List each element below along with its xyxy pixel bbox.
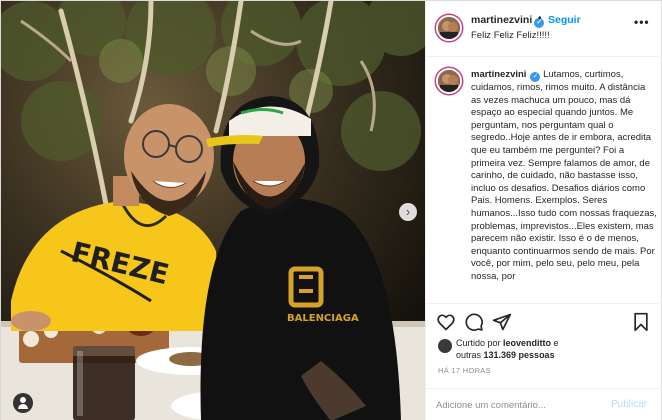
caption-username[interactable]: martinezvini — [471, 69, 526, 80]
user-tag-icon — [20, 397, 26, 403]
likes-prefix: Curtido por — [456, 338, 504, 348]
more-options-icon[interactable]: ••• — [634, 15, 650, 29]
liker-avatar[interactable] — [438, 339, 452, 353]
caption-verified-badge-icon: ✓ — [530, 72, 541, 82]
author-username-row: martinezvini ✓ — [471, 14, 545, 28]
instagram-post: FREZE BALENCIAGA › martinezvini ✓ • Segu… — [0, 0, 662, 420]
post-header: martinezvini ✓ • Seguir Feliz Feliz Feliz… — [426, 1, 662, 57]
publish-button[interactable]: Publicar — [611, 399, 647, 410]
post-subtitle: Feliz Feliz Feliz!!!!! — [471, 30, 550, 41]
chevron-right-icon: › — [405, 204, 411, 219]
comment-icon[interactable] — [464, 312, 484, 332]
likes-count[interactable]: 131.369 pessoas — [484, 350, 555, 360]
likes-others-prefix: outras — [456, 350, 484, 360]
post-actions: Curtido por leovenditto e outras 131.369… — [426, 303, 662, 420]
post-timestamp[interactable]: HÁ 17 HORAS — [438, 366, 491, 375]
next-photo-button[interactable]: › — [399, 203, 417, 221]
post-caption: martinezvini ✓ Lutamos, curtimos, cuidamo… — [426, 57, 662, 303]
share-icon[interactable] — [492, 312, 512, 332]
comment-box: Publicar — [426, 388, 662, 420]
right-shirt-text: BALENCIAGA — [287, 313, 359, 324]
photo-illustration: FREZE BALENCIAGA — [1, 1, 425, 420]
likes-connector: e — [551, 338, 559, 348]
post-sidebar: martinezvini ✓ • Seguir Feliz Feliz Feliz… — [425, 1, 662, 420]
caption-avatar[interactable] — [436, 68, 462, 94]
comment-input[interactable] — [436, 397, 596, 413]
caption-text: martinezvini ✓ Lutamos, curtimos, cuidamo… — [471, 69, 657, 284]
heart-icon[interactable] — [436, 312, 456, 332]
tagged-users-button[interactable] — [13, 393, 33, 413]
follow-button[interactable]: Seguir — [548, 14, 581, 26]
liker-username[interactable]: leovenditto — [503, 338, 551, 348]
author-username[interactable]: martinezvini — [471, 14, 532, 26]
post-photo[interactable]: FREZE BALENCIAGA › — [1, 1, 425, 420]
bookmark-icon[interactable] — [632, 312, 650, 332]
caption-body: Lutamos, curtimos, cuidamos, rimos, rimo… — [471, 69, 657, 282]
header-separator: • — [538, 13, 542, 24]
author-avatar[interactable] — [436, 15, 462, 41]
